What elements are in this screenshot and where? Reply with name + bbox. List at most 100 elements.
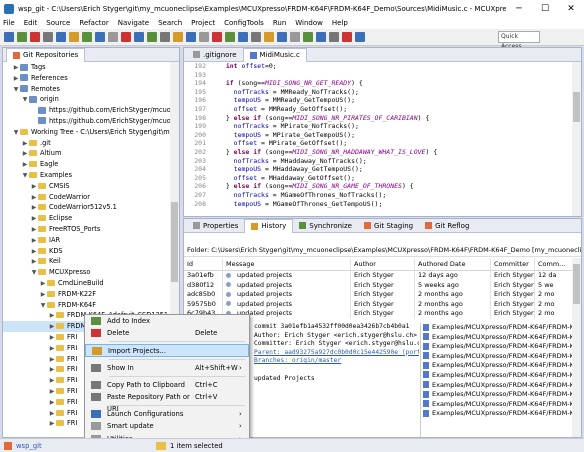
column-header[interactable]: Id — [184, 258, 222, 270]
tree-item[interactable]: ▶ Tags — [3, 62, 170, 73]
changed-file-item[interactable]: Examples/MCUXpresso/FRDM-K64F/FRDM-K64F — [421, 409, 572, 419]
changed-file-item[interactable]: Examples/MCUXpresso/FRDM-K64F/FRDM-K64F — [421, 342, 572, 352]
table-row[interactable]: d380f12 updated projects Erich Styger 5 wee… — [184, 280, 572, 291]
tree-item[interactable]: ▶ KDS — [3, 246, 170, 257]
tab-git-staging[interactable]: Git Staging — [358, 219, 419, 233]
menu-refactor[interactable]: Refactor — [79, 19, 108, 27]
tree-item[interactable]: ▼ Working Tree - C:\Users\Erich Styger\gi… — [3, 127, 170, 138]
tree-item[interactable]: ▶ Altium — [3, 148, 170, 159]
toolbar-button-icon[interactable] — [251, 32, 261, 42]
history-scrollbar[interactable] — [572, 258, 581, 437]
editor-scrollbar[interactable] — [572, 62, 581, 216]
toolbar-button-icon[interactable] — [264, 32, 274, 42]
toolbar-button-icon[interactable] — [134, 32, 144, 42]
minimize-button[interactable]: ─ — [506, 4, 532, 14]
toolbar-button-icon[interactable] — [199, 32, 209, 42]
toolbar-button-icon[interactable] — [290, 32, 300, 42]
tree-item[interactable]: ▼ origin — [3, 94, 170, 105]
tree-item[interactable]: https://github.com/ErichStyger/mcuo — [3, 105, 170, 116]
column-header[interactable]: Authored Date — [414, 258, 490, 270]
changed-file-item[interactable]: Examples/MCUXpresso/FRDM-K64F/FRDM-K64F — [421, 390, 572, 400]
tree-item[interactable]: ▶ Eagle — [3, 159, 170, 170]
toolbar-button-icon[interactable] — [4, 32, 14, 42]
close-button[interactable]: ✕ — [558, 4, 584, 14]
changed-file-item[interactable]: Examples/MCUXpresso/FRDM-K64F/FRDM-K64F — [421, 352, 572, 362]
menu-item-add-to-index[interactable]: Add to Index — [85, 315, 249, 327]
changed-file-item[interactable]: Examples/MCUXpresso/FRDM-K64F/FRDM-K64F — [421, 400, 572, 410]
menu-source[interactable]: Source — [46, 19, 70, 27]
toolbar-button-icon[interactable] — [30, 32, 40, 42]
toolbar-button-icon[interactable] — [160, 32, 170, 42]
menu-item-delete[interactable]: Delete Delete — [85, 327, 249, 339]
menu-item-smart-update[interactable]: Smart update › — [85, 420, 249, 432]
toolbar-button-icon[interactable] — [225, 32, 235, 42]
menu-file[interactable]: File — [3, 19, 15, 27]
tab-history[interactable]: History — [244, 218, 294, 233]
tree-item[interactable]: ▶ CodeWarrior — [3, 192, 170, 203]
changed-file-item[interactable]: Examples/MCUXpresso/FRDM-K64F/FRDM-K64F — [421, 371, 572, 381]
tree-item[interactable]: ▼ MCUXpresso — [3, 267, 170, 278]
column-header[interactable]: Committer — [490, 258, 534, 270]
tree-item[interactable]: ▶ CmdLineBuild — [3, 278, 170, 289]
tree-item[interactable]: ▼ Remotes — [3, 84, 170, 95]
tree-item[interactable]: ▼ FRDM-K64F — [3, 300, 170, 311]
changed-file-item[interactable]: Examples/MCUXpresso/FRDM-K64F/FRDM-K64F — [421, 323, 572, 333]
column-header[interactable]: Comm... — [534, 258, 570, 270]
tree-item[interactable]: ▶ References — [3, 73, 170, 84]
tab-git-reflog[interactable]: Git Reflog — [419, 219, 475, 233]
menu-configtools[interactable]: ConfigTools — [224, 19, 264, 27]
toolbar-button-icon[interactable] — [56, 32, 66, 42]
toolbar-button-icon[interactable] — [121, 32, 131, 42]
toolbar-button-icon[interactable] — [303, 32, 313, 42]
menu-project[interactable]: Project — [191, 19, 215, 27]
table-row[interactable]: 59575b0 updated projects Erich Styger 2 mon… — [184, 299, 572, 310]
tree-item[interactable]: ▶ Eclipse — [3, 213, 170, 224]
menu-item-show-in[interactable]: Show In Alt+Shift+W › — [85, 362, 249, 374]
tab-synchronize[interactable]: Synchronize — [293, 219, 358, 233]
tab-midimusicc[interactable]: MidiMusic.c — [242, 47, 307, 62]
maximize-button[interactable]: ☐ — [532, 4, 558, 14]
menu-window[interactable]: Window — [295, 19, 323, 27]
tree-item[interactable]: ▼ Examples — [3, 170, 170, 181]
menu-item-import-projects[interactable]: Import Projects... — [85, 344, 249, 357]
tree-item[interactable]: ▶ CodeWarrior512v5.1 — [3, 202, 170, 213]
tab-properties[interactable]: Properties — [187, 219, 244, 233]
changed-file-item[interactable]: Examples/MCUXpresso/FRDM-K64F/FRDM-K64F — [421, 381, 572, 391]
toolbar-button-icon[interactable] — [329, 32, 339, 42]
menu-item-paste-repository-path-or-uri[interactable]: Paste Repository Path or URI Ctrl+V — [85, 391, 249, 413]
toolbar-button-icon[interactable] — [238, 32, 248, 42]
table-row[interactable]: adc85b0 updated projects Erich Styger 2 mon… — [184, 290, 572, 300]
tree-item[interactable]: ▶ CMSIS — [3, 181, 170, 192]
toolbar-button-icon[interactable] — [43, 32, 53, 42]
menu-help[interactable]: Help — [332, 19, 348, 27]
toolbar-button-icon[interactable] — [173, 32, 183, 42]
toolbar-button-icon[interactable] — [95, 32, 105, 42]
tab-gitignore[interactable]: .gitignore — [187, 48, 243, 62]
tree-item[interactable]: ▶ FRDM-K22F — [3, 289, 170, 300]
menu-item-copy-path-to-clipboard[interactable]: Copy Path to Clipboard Ctrl+C — [85, 379, 249, 391]
changed-file-item[interactable]: Examples/MCUXpresso/FRDM-K64F/FRDM-K64F — [421, 333, 572, 343]
column-header[interactable]: Message — [222, 258, 350, 270]
menu-search[interactable]: Search — [158, 19, 182, 27]
menu-navigate[interactable]: Navigate — [118, 19, 149, 27]
quick-access-input[interactable]: Quick Access — [498, 31, 540, 50]
tab-git-repositories[interactable]: Git Repositories — [6, 47, 86, 62]
toolbar-button-icon[interactable] — [316, 32, 326, 42]
tree-item[interactable]: ▶ Keil — [3, 256, 170, 267]
tree-item[interactable]: https://github.com/ErichStyger/mcuo — [3, 116, 170, 127]
table-row[interactable]: 3a01efb updated projects Erich Styger 12 da… — [184, 271, 572, 281]
code-editor[interactable]: 192 int offset=0; 193 194 if (song==MIDI_S… — [184, 62, 581, 216]
tree-item[interactable]: ▶ FreeRTOS_Ports — [3, 224, 170, 235]
toolbar-button-icon[interactable] — [82, 32, 92, 42]
toolbar-button-icon[interactable] — [355, 32, 365, 42]
toolbar-button-icon[interactable] — [277, 32, 287, 42]
changed-file-item[interactable]: Examples/MCUXpresso/FRDM-K64F/FRDM-K64F — [421, 361, 572, 371]
toolbar-button-icon[interactable] — [17, 32, 27, 42]
menu-item-launch-configurations[interactable]: Launch Configurations › — [85, 408, 249, 420]
toolbar-button-icon[interactable] — [212, 32, 222, 42]
toolbar-button-icon[interactable] — [147, 32, 157, 42]
menu-edit[interactable]: Edit — [24, 19, 38, 27]
tree-item[interactable]: ▶ .git — [3, 138, 170, 149]
menu-run[interactable]: Run — [273, 19, 286, 27]
toolbar-button-icon[interactable] — [342, 32, 352, 42]
